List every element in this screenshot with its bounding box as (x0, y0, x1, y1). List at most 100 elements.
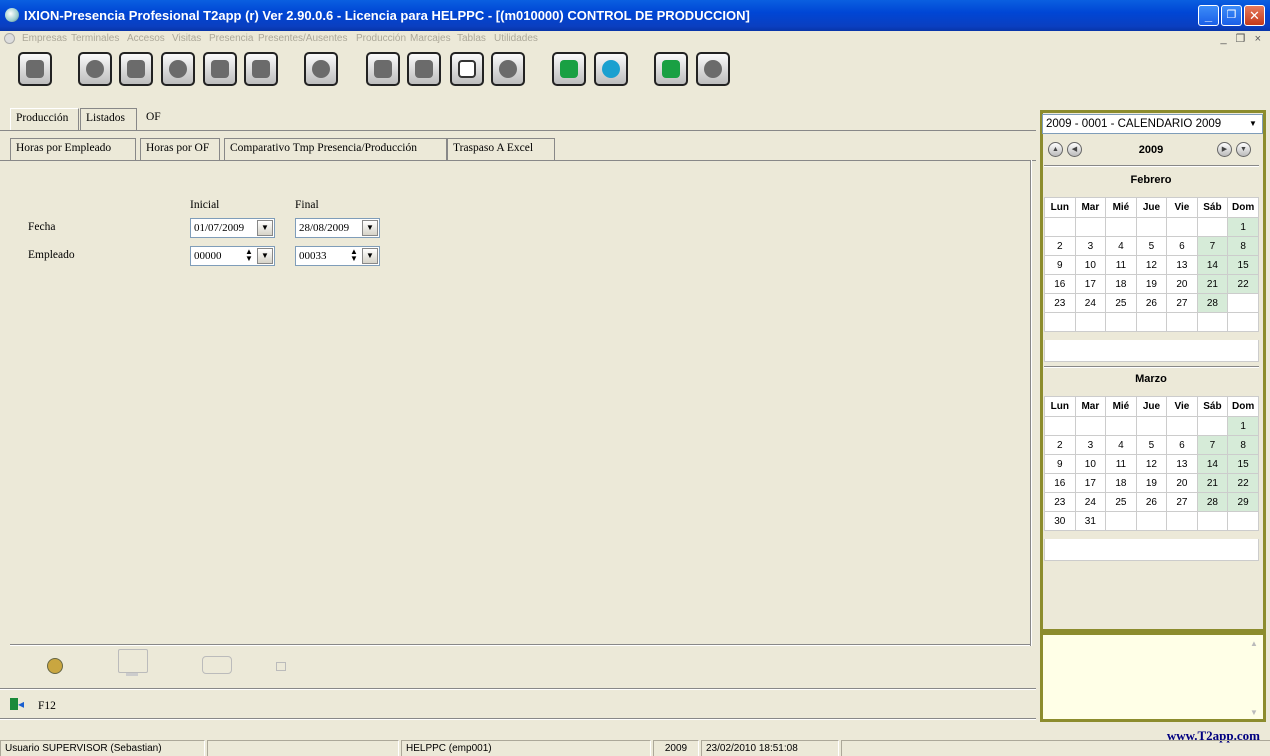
calendar-day[interactable]: 13 (1166, 255, 1198, 275)
calendar-day[interactable]: 8 (1227, 236, 1259, 256)
fecha-final-picker[interactable]: 28/08/2009 ▼ (295, 218, 380, 238)
calendar-day[interactable]: 31 (1074, 511, 1107, 531)
calendar-day[interactable]: 27 (1166, 293, 1198, 313)
export-button[interactable] (274, 660, 288, 672)
close-button[interactable]: ✕ (1244, 5, 1265, 26)
calendar-day[interactable]: 19 (1135, 274, 1168, 294)
calendar-day[interactable]: 18 (1105, 274, 1137, 294)
calendar-day[interactable]: 9 (1044, 255, 1076, 275)
calendar-day[interactable]: 15 (1227, 454, 1259, 474)
next-month-button[interactable]: ▶ (1217, 142, 1232, 157)
maximize-button[interactable]: ❐ (1221, 5, 1242, 26)
menu-empresas[interactable]: Empresas (22, 33, 67, 44)
calendar-day[interactable]: 22 (1227, 274, 1259, 294)
calendar-selector[interactable]: 2009 - 0001 - CALENDARIO 2009 ▼ (1042, 114, 1263, 134)
preview-button[interactable] (116, 649, 150, 679)
mdi-window-controls[interactable]: _ ❐ × (1220, 32, 1264, 45)
menu-marcajes[interactable]: Marcajes (410, 33, 451, 44)
notes-scrollbar[interactable]: ▲ ▼ (1247, 637, 1261, 717)
tab-comparativo[interactable]: Comparativo Tmp Presencia/Producción (224, 138, 447, 160)
calendar-day[interactable]: 16 (1044, 473, 1076, 493)
notes-area[interactable]: ▲ ▼ (1040, 632, 1266, 722)
tab-horas-por-of[interactable]: Horas por OF (140, 138, 220, 160)
imprimir-button[interactable] (244, 52, 278, 86)
calendar-day[interactable]: 7 (1196, 435, 1229, 455)
mdi-child-icon[interactable] (4, 33, 15, 44)
scroll-up-icon[interactable]: ▲ (1250, 639, 1258, 648)
exit-door-button[interactable]: ◂ (10, 696, 30, 712)
tab-horas-por-empleado[interactable]: Horas por Empleado (10, 138, 136, 160)
informacion-button[interactable] (304, 52, 338, 86)
tab-traspaso-excel[interactable]: Traspaso A Excel (447, 138, 555, 160)
empleado-inicial-field[interactable]: 00000 ▲ ▼ ▼ (190, 246, 275, 266)
calendar-day[interactable]: 17 (1074, 473, 1107, 493)
calendar-day[interactable]: 20 (1166, 473, 1198, 493)
calendar-day[interactable]: 1 (1227, 416, 1259, 436)
calendar-day[interactable]: 26 (1135, 492, 1168, 512)
ayuda-online-button[interactable] (552, 52, 586, 86)
chevron-down-icon[interactable]: ▼ (362, 220, 378, 236)
empresas-button[interactable] (18, 52, 52, 86)
calendar-day[interactable]: 8 (1227, 435, 1259, 455)
empleado-final-field[interactable]: 00033 ▲ ▼ ▼ (295, 246, 380, 266)
calendar-day[interactable]: 14 (1196, 454, 1229, 474)
reloj-button[interactable] (491, 52, 525, 86)
menu-terminales[interactable]: Terminales (71, 33, 119, 44)
calendar-day[interactable]: 9 (1044, 454, 1076, 474)
calendar-day[interactable]: 29 (1227, 492, 1259, 512)
empleados-button[interactable] (407, 52, 441, 86)
calculadora-button[interactable] (654, 52, 688, 86)
calendar-day[interactable]: 5 (1135, 435, 1168, 455)
calendar-day[interactable]: 10 (1074, 454, 1107, 474)
print-button[interactable] (200, 652, 234, 676)
calendar-day[interactable]: 18 (1105, 473, 1137, 493)
calendar-day[interactable]: 2 (1044, 236, 1076, 256)
calendar-day[interactable]: 13 (1166, 454, 1198, 474)
spinner-icon[interactable]: ▲ ▼ (347, 248, 361, 264)
calendar-day[interactable]: 28 (1196, 492, 1229, 512)
calendar-day[interactable]: 20 (1166, 274, 1198, 294)
calendar-day[interactable]: 14 (1196, 255, 1229, 275)
calendar-day[interactable]: 11 (1105, 255, 1137, 275)
chevron-down-icon[interactable]: ▼ (257, 220, 273, 236)
menu-tablas[interactable]: Tablas (457, 33, 486, 44)
calendar-day[interactable]: 21 (1196, 473, 1229, 493)
calendar-day[interactable]: 23 (1044, 293, 1076, 313)
calendar-day[interactable]: 4 (1105, 236, 1137, 256)
calendar-day[interactable]: 24 (1074, 492, 1107, 512)
minimize-button[interactable]: _ (1198, 5, 1219, 26)
execute-report-button[interactable] (44, 656, 68, 676)
calendar-day[interactable]: 1 (1227, 217, 1259, 237)
calendar-day[interactable]: 16 (1044, 274, 1076, 294)
visitas-button[interactable] (366, 52, 400, 86)
calendar-day[interactable]: 2 (1044, 435, 1076, 455)
chevron-down-icon[interactable]: ▼ (362, 248, 378, 264)
chevron-down-icon[interactable]: ▼ (257, 248, 273, 264)
configuracion-button[interactable] (161, 52, 195, 86)
terminales-button[interactable] (78, 52, 112, 86)
chevron-down-icon[interactable]: ▼ (1246, 117, 1260, 131)
fecha-inicial-picker[interactable]: 01/07/2009 ▼ (190, 218, 275, 238)
calendario-button[interactable] (450, 52, 484, 86)
accesos-button[interactable] (119, 52, 153, 86)
calendar-day[interactable]: 17 (1074, 274, 1107, 294)
calendar-day[interactable]: 21 (1196, 274, 1229, 294)
calendar-day[interactable]: 10 (1074, 255, 1107, 275)
menu-presencia[interactable]: Presencia (209, 33, 253, 44)
menu-accesos[interactable]: Accesos (127, 33, 165, 44)
calendar-day[interactable]: 30 (1044, 511, 1076, 531)
tab-of[interactable]: OF (141, 108, 171, 130)
menu-produccion[interactable]: Producción (356, 33, 406, 44)
calendar-day[interactable]: 25 (1105, 492, 1137, 512)
calendar-day[interactable]: 7 (1196, 236, 1229, 256)
calendar-day[interactable]: 3 (1074, 236, 1107, 256)
spinner-icon[interactable]: ▲ ▼ (242, 248, 256, 264)
calendar-day[interactable]: 11 (1105, 454, 1137, 474)
calendar-day[interactable]: 26 (1135, 293, 1168, 313)
dispositivo-button[interactable] (203, 52, 237, 86)
calendar-day[interactable]: 12 (1135, 454, 1168, 474)
tab-produccion[interactable]: Producción (10, 108, 79, 130)
calendar-day[interactable]: 4 (1105, 435, 1137, 455)
calendar-day[interactable]: 22 (1227, 473, 1259, 493)
calendar-day[interactable]: 6 (1166, 236, 1198, 256)
